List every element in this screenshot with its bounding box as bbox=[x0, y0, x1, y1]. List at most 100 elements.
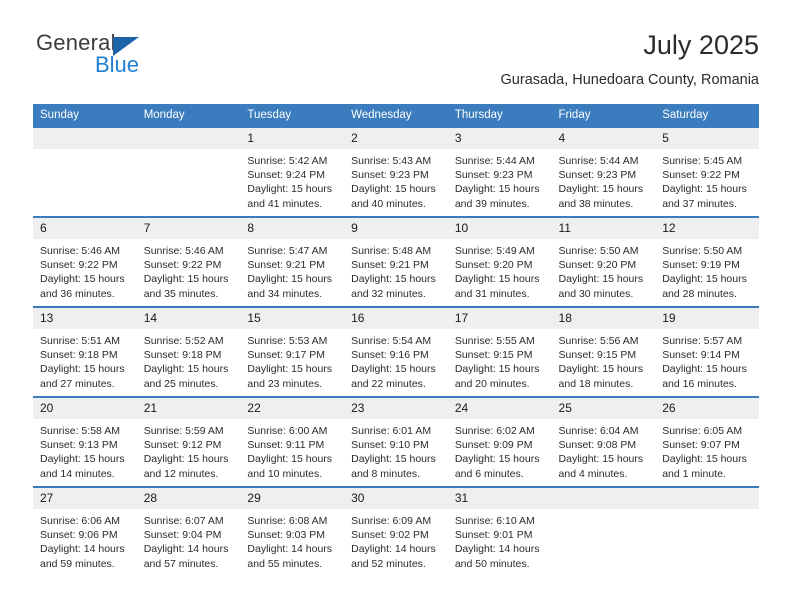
calendar-day-cell[interactable]: 21 Sunrise: 5:59 AM Sunset: 9:12 PM Dayligh… bbox=[136, 396, 241, 487]
daylight-duration-line1: Daylight: 15 hours bbox=[247, 183, 333, 196]
calendar-day-cell[interactable]: 25 Sunrise: 6:04 AM Sunset: 9:08 PM Dayligh… bbox=[551, 396, 656, 487]
day-number: 10 bbox=[447, 218, 552, 239]
day-number: 1 bbox=[240, 128, 345, 149]
sunrise-time: Sunrise: 5:49 AM bbox=[454, 245, 535, 257]
daylight-duration-line1: Daylight: 15 hours bbox=[351, 363, 436, 376]
calendar-day-cell[interactable]: 23 Sunrise: 6:01 AM Sunset: 9:10 PM Dayligh… bbox=[344, 396, 448, 487]
sunrise-time: Sunrise: 5:43 AM bbox=[351, 155, 432, 167]
daylight-duration-line1: Daylight: 15 hours bbox=[247, 453, 333, 466]
calendar-header-row: Sunday Monday Tuesday Wednesday Thursday… bbox=[33, 104, 759, 127]
daylight-duration-line2: and 20 minutes. bbox=[454, 377, 530, 390]
calendar-day-cell[interactable]: 3 Sunrise: 5:44 AM Sunset: 9:23 PM Daylight… bbox=[447, 126, 552, 217]
sunrise-time: Sunrise: 6:08 AM bbox=[247, 515, 328, 527]
calendar-day-cell[interactable]: 29 Sunrise: 6:08 AM Sunset: 9:03 PM Dayligh… bbox=[240, 486, 345, 576]
calendar-day-cell[interactable]: 24 Sunrise: 6:02 AM Sunset: 9:09 PM Dayligh… bbox=[447, 396, 552, 487]
sunrise-time: Sunrise: 6:00 AM bbox=[247, 425, 328, 437]
daylight-duration-line2: and 18 minutes. bbox=[558, 377, 634, 390]
calendar-body: 1 Sunrise: 5:42 AM Sunset: 9:24 PM Daylight… bbox=[33, 126, 759, 576]
day-number: 15 bbox=[240, 308, 345, 329]
day-number: 12 bbox=[655, 218, 759, 239]
sunrise-time: Sunrise: 6:02 AM bbox=[454, 425, 535, 437]
sunrise-time: Sunrise: 5:46 AM bbox=[40, 245, 120, 257]
calendar-day-cell[interactable]: 22 Sunrise: 6:00 AM Sunset: 9:11 PM Dayligh… bbox=[240, 396, 345, 487]
day-details: Sunrise: 5:58 AM Sunset: 9:13 PM Daylight:… bbox=[33, 419, 137, 481]
calendar-day-cell[interactable]: 31 Sunrise: 6:10 AM Sunset: 9:01 PM Dayligh… bbox=[447, 486, 552, 576]
weekday-header-saturday: Saturday bbox=[655, 104, 759, 127]
day-details: Sunrise: 5:46 AM Sunset: 9:22 PM Daylight:… bbox=[137, 239, 241, 301]
calendar-day-cell[interactable]: 17 Sunrise: 5:55 AM Sunset: 9:15 PM Dayligh… bbox=[447, 306, 552, 397]
sunrise-time: Sunrise: 5:58 AM bbox=[40, 425, 120, 437]
day-details: Sunrise: 5:55 AM Sunset: 9:15 PM Daylight:… bbox=[448, 329, 552, 391]
calendar-day-cell[interactable]: 8 Sunrise: 5:47 AM Sunset: 9:21 PM Daylight… bbox=[240, 216, 345, 307]
day-number bbox=[551, 488, 656, 509]
day-details: Sunrise: 6:01 AM Sunset: 9:10 PM Daylight:… bbox=[344, 419, 448, 481]
calendar-day-cell[interactable]: 13 Sunrise: 5:51 AM Sunset: 9:18 PM Dayligh… bbox=[33, 306, 137, 397]
calendar-empty-cell bbox=[655, 486, 759, 576]
day-number: 17 bbox=[447, 308, 552, 329]
calendar-day-cell[interactable]: 6 Sunrise: 5:46 AM Sunset: 9:22 PM Daylight… bbox=[33, 216, 137, 307]
sunrise-time: Sunrise: 5:46 AM bbox=[143, 245, 224, 257]
daylight-duration-line2: and 25 minutes. bbox=[143, 377, 219, 390]
calendar-day-cell[interactable]: 2 Sunrise: 5:43 AM Sunset: 9:23 PM Daylight… bbox=[344, 126, 448, 217]
calendar-day-cell[interactable]: 1 Sunrise: 5:42 AM Sunset: 9:24 PM Daylight… bbox=[240, 126, 345, 217]
daylight-duration-line2: and 55 minutes. bbox=[247, 557, 323, 570]
calendar-day-cell[interactable]: 11 Sunrise: 5:50 AM Sunset: 9:20 PM Dayligh… bbox=[551, 216, 656, 307]
day-details: Sunrise: 6:08 AM Sunset: 9:03 PM Daylight:… bbox=[240, 509, 344, 571]
daylight-duration-line2: and 23 minutes. bbox=[247, 377, 323, 390]
daylight-duration-line1: Daylight: 15 hours bbox=[143, 363, 229, 376]
daylight-duration-line2: and 10 minutes. bbox=[247, 467, 323, 480]
calendar-day-cell[interactable]: 20 Sunrise: 5:58 AM Sunset: 9:13 PM Dayligh… bbox=[33, 396, 137, 487]
sunset-time: Sunset: 9:17 PM bbox=[247, 349, 326, 362]
sunset-time: Sunset: 9:06 PM bbox=[40, 529, 118, 542]
sunrise-time: Sunrise: 6:05 AM bbox=[662, 425, 743, 437]
calendar-day-cell[interactable]: 15 Sunrise: 5:53 AM Sunset: 9:17 PM Dayligh… bbox=[240, 306, 345, 397]
day-details: Sunrise: 5:59 AM Sunset: 9:12 PM Daylight:… bbox=[137, 419, 241, 481]
day-number: 13 bbox=[33, 308, 137, 329]
calendar-day-cell[interactable]: 18 Sunrise: 5:56 AM Sunset: 9:15 PM Dayligh… bbox=[551, 306, 656, 397]
calendar-week-row: 27 Sunrise: 6:06 AM Sunset: 9:06 PM Dayligh… bbox=[33, 486, 759, 576]
calendar-day-cell[interactable]: 7 Sunrise: 5:46 AM Sunset: 9:22 PM Daylight… bbox=[136, 216, 241, 307]
sunrise-time: Sunrise: 5:53 AM bbox=[247, 335, 328, 347]
sunrise-time: Sunrise: 5:52 AM bbox=[143, 335, 224, 347]
day-details: Sunrise: 5:42 AM Sunset: 9:24 PM Daylight:… bbox=[240, 149, 344, 211]
calendar-day-cell[interactable]: 19 Sunrise: 5:57 AM Sunset: 9:14 PM Dayligh… bbox=[655, 306, 759, 397]
daylight-duration-line2: and 52 minutes. bbox=[351, 557, 426, 570]
day-details: Sunrise: 5:50 AM Sunset: 9:19 PM Daylight:… bbox=[655, 239, 759, 301]
daylight-duration-line1: Daylight: 15 hours bbox=[143, 453, 229, 466]
calendar-day-cell[interactable]: 4 Sunrise: 5:44 AM Sunset: 9:23 PM Daylight… bbox=[551, 126, 656, 217]
daylight-duration-line1: Daylight: 15 hours bbox=[454, 273, 540, 286]
sunset-time: Sunset: 9:23 PM bbox=[351, 169, 429, 182]
sunset-time: Sunset: 9:22 PM bbox=[40, 259, 118, 272]
general-blue-logo[interactable]: General Blue bbox=[33, 28, 263, 86]
sunset-time: Sunset: 9:21 PM bbox=[247, 259, 326, 272]
day-details: Sunrise: 5:57 AM Sunset: 9:14 PM Daylight:… bbox=[655, 329, 759, 391]
day-number bbox=[136, 128, 241, 149]
sunset-time: Sunset: 9:10 PM bbox=[351, 439, 429, 452]
daylight-duration-line1: Daylight: 15 hours bbox=[40, 363, 125, 376]
day-number: 22 bbox=[240, 398, 345, 419]
calendar-day-cell[interactable]: 16 Sunrise: 5:54 AM Sunset: 9:16 PM Dayligh… bbox=[344, 306, 448, 397]
calendar-day-cell[interactable]: 14 Sunrise: 5:52 AM Sunset: 9:18 PM Dayligh… bbox=[136, 306, 241, 397]
day-number: 31 bbox=[447, 488, 552, 509]
day-details: Sunrise: 6:00 AM Sunset: 9:11 PM Daylight:… bbox=[240, 419, 344, 481]
calendar-day-cell[interactable]: 26 Sunrise: 6:05 AM Sunset: 9:07 PM Dayligh… bbox=[655, 396, 759, 487]
sunrise-time: Sunrise: 6:01 AM bbox=[351, 425, 432, 437]
day-number: 30 bbox=[344, 488, 448, 509]
sunrise-sunset-calendar: Sunday Monday Tuesday Wednesday Thursday… bbox=[33, 104, 759, 576]
day-number: 29 bbox=[240, 488, 345, 509]
daylight-duration-line1: Daylight: 15 hours bbox=[351, 183, 436, 196]
calendar-day-cell[interactable]: 30 Sunrise: 6:09 AM Sunset: 9:02 PM Dayligh… bbox=[344, 486, 448, 576]
calendar-day-cell[interactable]: 10 Sunrise: 5:49 AM Sunset: 9:20 PM Dayligh… bbox=[447, 216, 552, 307]
calendar-day-cell[interactable]: 12 Sunrise: 5:50 AM Sunset: 9:19 PM Dayligh… bbox=[655, 216, 759, 307]
daylight-duration-line1: Daylight: 14 hours bbox=[247, 543, 333, 556]
daylight-duration-line1: Daylight: 15 hours bbox=[558, 363, 644, 376]
calendar-day-cell[interactable]: 27 Sunrise: 6:06 AM Sunset: 9:06 PM Dayligh… bbox=[33, 486, 137, 576]
calendar-day-cell[interactable]: 5 Sunrise: 5:45 AM Sunset: 9:22 PM Daylight… bbox=[655, 126, 759, 217]
calendar-day-cell[interactable]: 28 Sunrise: 6:07 AM Sunset: 9:04 PM Dayligh… bbox=[136, 486, 241, 576]
daylight-duration-line2: and 50 minutes. bbox=[454, 557, 530, 570]
calendar-day-cell[interactable]: 9 Sunrise: 5:48 AM Sunset: 9:21 PM Daylight… bbox=[344, 216, 448, 307]
day-details: Sunrise: 6:05 AM Sunset: 9:07 PM Daylight:… bbox=[655, 419, 759, 481]
daylight-duration-line1: Daylight: 15 hours bbox=[558, 273, 644, 286]
daylight-duration-line2: and 28 minutes. bbox=[662, 287, 737, 300]
sunset-time: Sunset: 9:07 PM bbox=[662, 439, 740, 452]
